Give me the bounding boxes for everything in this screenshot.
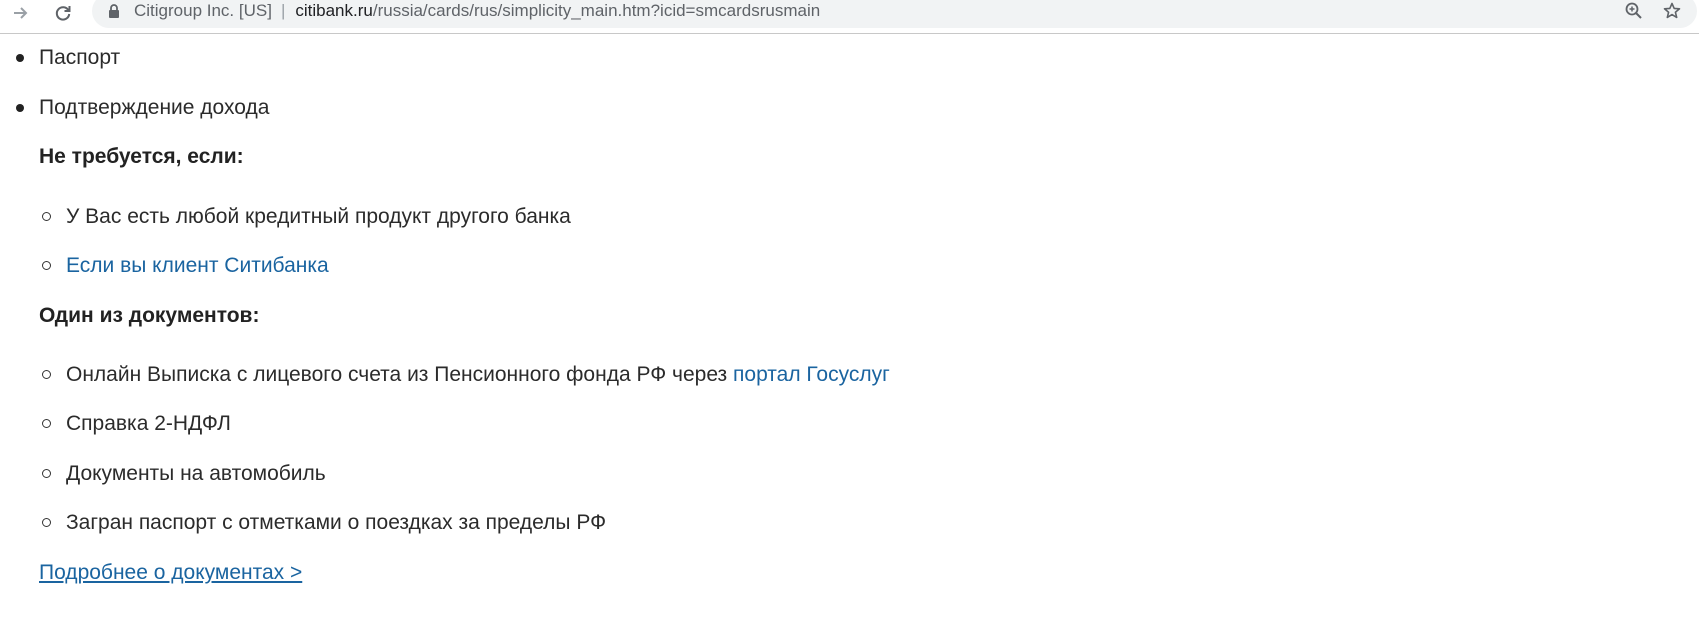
bullet-circle — [42, 469, 51, 478]
more-documents-link[interactable]: Подробнее о документах > — [39, 560, 302, 586]
url-path: /russia/cards/rus/simplicity_main.htm?ic… — [372, 1, 821, 20]
item-income-confirmation: Подтверждение дохода — [39, 96, 270, 119]
bullet-circle — [42, 370, 51, 379]
bullet-circle — [42, 419, 51, 428]
bullet-circle — [42, 518, 51, 527]
url-host: citibank.ru — [295, 1, 373, 20]
browser-toolbar: Citigroup Inc. [US] | citibank.ru/russia… — [0, 0, 1699, 34]
bullet-circle — [42, 212, 51, 221]
item-foreign-passport: Загран паспорт с отметками о поездках за… — [66, 511, 607, 534]
citibank-client-link[interactable]: Если вы клиент Ситибанка — [66, 253, 329, 279]
address-bar[interactable]: Citigroup Inc. [US] | citibank.ru/russia… — [92, 0, 1697, 28]
pension-text: Онлайн Выписка с лицевого счета из Пенси… — [66, 363, 734, 386]
lock-icon[interactable] — [106, 3, 122, 19]
item-pension-statement: Онлайн Выписка с лицевого счета из Пенси… — [66, 362, 890, 388]
item-car-documents: Документы на автомобиль — [66, 462, 326, 485]
heading-text: Не требуется, если: — [39, 145, 244, 168]
item-2ndfl: Справка 2-НДФЛ — [66, 412, 231, 435]
star-icon[interactable] — [1659, 0, 1685, 24]
omnibox-actions — [1621, 0, 1697, 28]
heading-text: Один из документов: — [39, 304, 260, 327]
bullet-disc — [16, 104, 24, 112]
bullet-disc — [16, 54, 24, 62]
url-separator: | — [280, 1, 286, 20]
item-other-bank-credit: У Вас есть любой кредитный продукт друго… — [66, 205, 571, 228]
forward-arrow-icon[interactable] — [6, 1, 36, 25]
bullet-circle — [42, 261, 51, 270]
page-content: Паспорт Подтверждение дохода Не требуетс… — [0, 34, 1699, 643]
reload-icon[interactable] — [48, 1, 78, 25]
site-identity[interactable]: Citigroup Inc. [US] — [134, 1, 272, 21]
zoom-icon[interactable] — [1621, 0, 1647, 24]
gosuslugi-portal-link[interactable]: портал Госуслуг — [733, 363, 890, 386]
item-passport: Паспорт — [39, 46, 121, 69]
